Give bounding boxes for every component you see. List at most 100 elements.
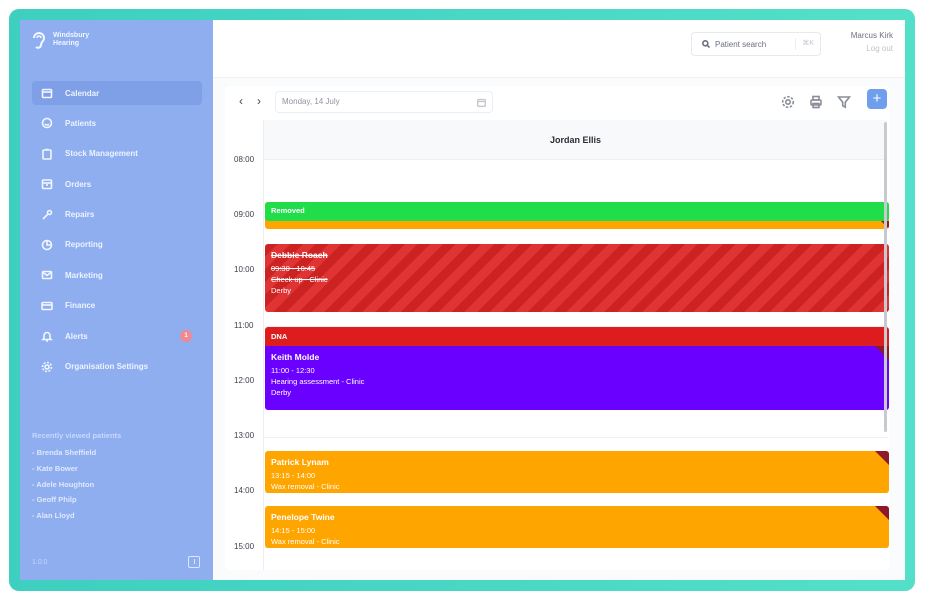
recent-patients: Recently viewed patients - Brenda Sheffi… — [32, 431, 121, 527]
recent-patient-link[interactable]: - Alan Lloyd — [32, 511, 121, 527]
brand-line-2: Hearing — [53, 40, 80, 47]
time-label: 09:00 — [234, 210, 255, 219]
patient-search-button[interactable]: Patient search ⌘K — [691, 32, 821, 56]
top-bar: Patient search ⌘K Marcus Kirk Log out — [213, 20, 905, 78]
calendar-icon — [477, 98, 486, 107]
brand-logo[interactable]: Windsbury Hearing — [30, 29, 89, 51]
time-label: 14:00 — [234, 486, 255, 495]
date-value: Monday, 14 July — [282, 97, 340, 106]
removed-status-tag: Removed — [265, 202, 889, 221]
user-menu: Marcus Kirk Log out — [851, 31, 893, 53]
appointment-type: Hearing assessment - Clinic — [271, 377, 365, 386]
filter-icon — [837, 96, 851, 109]
calendar-toolbar: ‹ › Monday, 14 July + — [225, 86, 890, 120]
collapse-sidebar-icon[interactable] — [188, 556, 200, 568]
day-grid: 08:00 09:00 10:00 11:00 12:00 13:00 14:0… — [225, 120, 890, 570]
smile-icon — [41, 117, 53, 129]
sidebar-item-reporting[interactable]: Reporting — [32, 233, 202, 257]
box-icon — [41, 178, 53, 190]
hour-line — [264, 437, 888, 438]
appointment-time: 14:15 - 15:00 — [271, 526, 316, 535]
sidebar-item-label: Orders — [65, 179, 92, 189]
sidebar-item-label: Alerts — [65, 331, 88, 341]
app-window: Windsbury Hearing Calendar Patients Stoc… — [20, 20, 905, 580]
time-axis: 08:00 09:00 10:00 11:00 12:00 13:00 14:0… — [225, 120, 263, 570]
brand-name: Windsbury Hearing — [53, 32, 89, 48]
sidebar-item-stock-management[interactable]: Stock Management — [32, 142, 202, 166]
ear-logo-icon — [33, 32, 46, 49]
time-label: 12:00 — [234, 376, 255, 385]
appointment-card[interactable]: Debbie Roach 09:30 - 10:45 Check up - Cl… — [265, 244, 889, 312]
appointment-card[interactable]: Penelope Twine 14:15 - 15:00 Wax removal… — [265, 506, 889, 548]
sidebar-item-label: Reporting — [65, 240, 103, 250]
recent-patient-link[interactable]: - Geoff Philp — [32, 495, 121, 511]
main-nav: Calendar Patients Stock Management Order… — [32, 81, 202, 385]
vertical-scrollbar[interactable] — [884, 122, 887, 432]
user-name: Marcus Kirk — [850, 31, 893, 40]
main-content: Patient search ⌘K Marcus Kirk Log out ‹ … — [213, 20, 905, 580]
sidebar-item-marketing[interactable]: Marketing — [32, 263, 202, 287]
sidebar-item-alerts[interactable]: Alerts 1 — [32, 324, 202, 348]
time-label: 11:00 — [234, 321, 254, 330]
sidebar-item-finance[interactable]: Finance — [32, 294, 202, 318]
time-label: 08:00 — [234, 155, 255, 164]
appointment-time: 11:00 - 12:30 — [271, 366, 315, 375]
search-shortcut: ⌘K — [795, 38, 814, 50]
patient-name: Debbie Roach — [271, 250, 328, 260]
sidebar-item-orders[interactable]: Orders — [32, 172, 202, 196]
printer-icon — [810, 95, 822, 109]
appointment-location: Derby — [271, 388, 292, 397]
gear-icon — [781, 95, 795, 109]
appointment-location: Derby — [271, 286, 292, 295]
recent-patient-link[interactable]: - Brenda Sheffield — [32, 448, 121, 464]
search-icon — [702, 40, 710, 48]
sidebar-item-patients[interactable]: Patients — [32, 111, 202, 135]
sidebar-item-calendar[interactable]: Calendar — [32, 81, 202, 105]
mail-icon — [41, 269, 53, 281]
staff-column-header: Jordan Ellis — [264, 120, 887, 160]
appointment-time: 09:30 - 10:45 — [271, 264, 316, 273]
patient-name: Patrick Lynam — [271, 457, 329, 467]
alerts-count-badge: 1 — [180, 330, 192, 343]
bell-icon — [41, 330, 53, 342]
card-icon — [41, 300, 53, 312]
filter-button[interactable] — [834, 92, 854, 112]
dna-status-tag: DNA — [265, 327, 889, 347]
staff-column: Jordan Ellis Removed Debbie Roach 09:30 … — [263, 120, 889, 570]
recent-patient-link[interactable]: - Adele Houghton — [32, 480, 121, 496]
status-corner — [875, 451, 889, 465]
logout-link[interactable]: Log out — [851, 44, 893, 53]
sidebar-item-repairs[interactable]: Repairs — [32, 203, 202, 227]
sidebar: Windsbury Hearing Calendar Patients Stoc… — [20, 20, 213, 580]
appointment-type: Check up - Clinic — [271, 275, 328, 284]
previous-day-button[interactable]: ‹ — [233, 94, 249, 110]
settings-button[interactable] — [778, 92, 798, 112]
sidebar-item-label: Patients — [65, 118, 97, 128]
print-button[interactable] — [806, 92, 826, 112]
add-appointment-button[interactable]: + — [867, 89, 887, 109]
date-picker[interactable]: Monday, 14 July — [275, 91, 493, 113]
sidebar-item-label: Repairs — [65, 210, 95, 220]
appointment-card[interactable]: Patrick Lynam 13:15 - 14:00 Wax removal … — [265, 451, 889, 493]
status-corner — [875, 506, 889, 520]
patient-name: Keith Molde — [271, 352, 320, 362]
next-day-button[interactable]: › — [251, 94, 267, 110]
gear-icon — [41, 361, 53, 373]
recent-patients-title: Recently viewed patients — [32, 431, 122, 440]
recent-patient-link[interactable]: - Kate Bower — [32, 464, 121, 480]
sidebar-item-label: Stock Management — [65, 149, 138, 159]
brand-line-1: Windsbury — [53, 32, 90, 39]
chart-pie-icon — [41, 239, 53, 251]
time-label: 13:00 — [234, 431, 255, 440]
appointment-type: Wax removal - Clinic — [271, 537, 340, 546]
appointment-card[interactable]: Keith Molde 11:00 - 12:30 Hearing assess… — [265, 346, 889, 410]
time-label: 10:00 — [234, 265, 255, 274]
wrench-icon — [41, 209, 53, 221]
sidebar-item-organisation-settings[interactable]: Organisation Settings — [32, 355, 202, 379]
sidebar-item-label: Organisation Settings — [65, 362, 149, 372]
plus-icon: + — [872, 90, 882, 107]
appointment-time: 13:15 - 14:00 — [271, 471, 316, 480]
clipboard-icon — [41, 148, 53, 160]
app-version: 1.0.0 — [32, 559, 48, 566]
sidebar-item-label: Calendar — [65, 88, 100, 98]
